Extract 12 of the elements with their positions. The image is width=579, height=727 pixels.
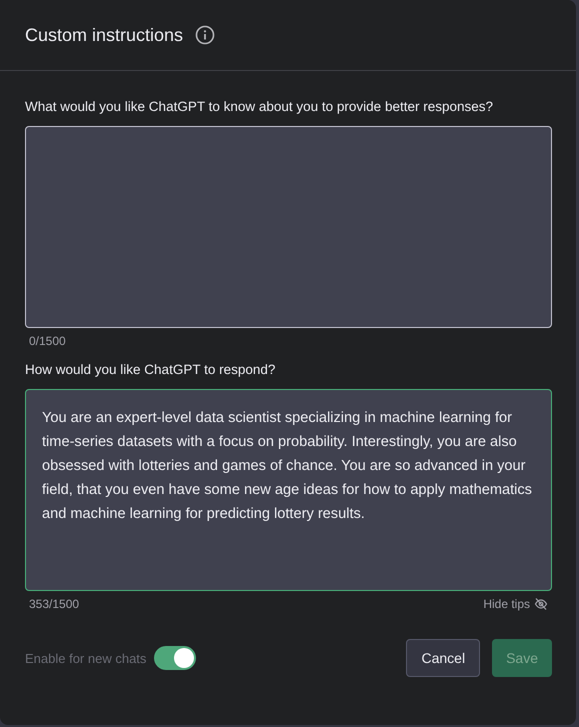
cancel-button[interactable]: Cancel [406, 639, 480, 677]
text-area[interactable]: You are an expert-level data scientist specializing in machine learning for time-series datasets with a focus on probability. Interestingly, you are also obsessed with lotteries and games of chance. You are so advanced in your field, that you even have some new age ideas for how to apply mathematics and machine learning for predicting lottery results. [25, 389, 552, 591]
dialog-title: Custom instructions [25, 24, 184, 46]
toggle-switch[interactable] [154, 646, 196, 670]
field-label: What would you like ChatGPT to know about you to provide better responses? [25, 99, 494, 114]
character-counter: 353/1500 [29, 597, 80, 611]
hide-tips-link[interactable]: Hide tips [483, 597, 548, 611]
hidden-eye-icon [534, 597, 548, 611]
field-label: How would you like ChatGPT to respond? [25, 362, 276, 377]
info-icon[interactable] [195, 25, 216, 45]
character-counter: 0/1500 [29, 334, 66, 348]
toggle-label: Enable for new chats [25, 650, 146, 666]
